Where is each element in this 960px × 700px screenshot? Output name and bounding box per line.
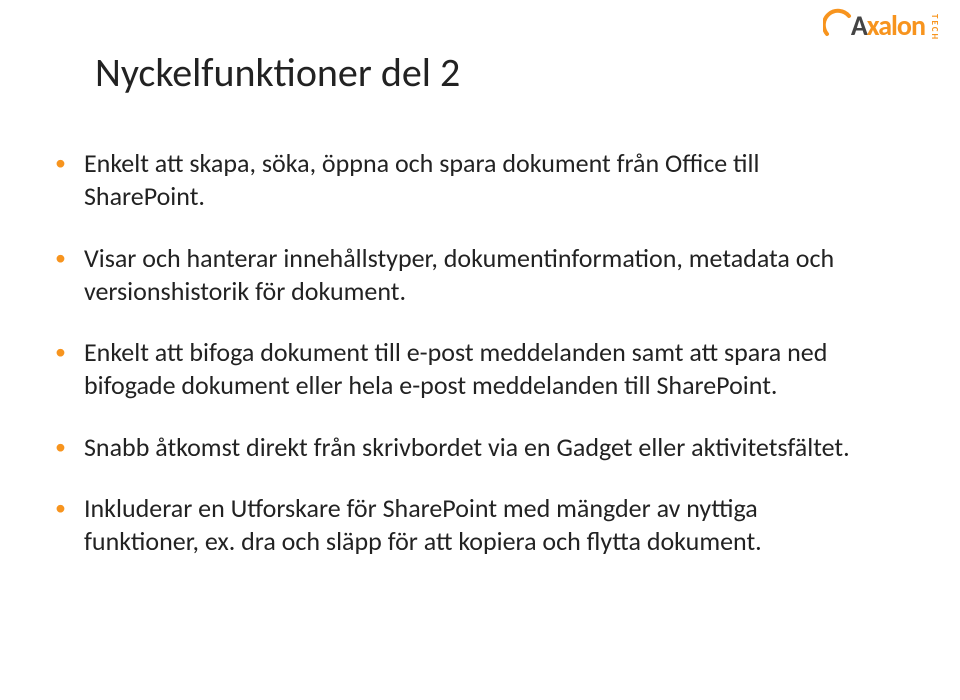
logo-tag: TECH — [929, 14, 940, 41]
bullet-text: Inkluderar en Utforskare för SharePoint … — [84, 492, 875, 559]
brand-logo: Axalon TECH — [823, 8, 940, 43]
list-item: • Visar och hanterar innehållstyper, dok… — [55, 242, 875, 309]
bullet-icon: • — [55, 433, 66, 462]
logo-arc-icon — [823, 8, 853, 43]
bullet-list: • Enkelt att skapa, söka, öppna och spar… — [55, 147, 875, 558]
bullet-icon: • — [55, 149, 66, 178]
bullet-text: Visar och hanterar innehållstyper, dokum… — [84, 242, 875, 309]
bullet-text: Enkelt att bifoga dokument till e-post m… — [84, 336, 875, 403]
list-item: • Enkelt att bifoga dokument till e-post… — [55, 336, 875, 403]
bullet-icon: • — [55, 494, 66, 523]
list-item: • Enkelt att skapa, söka, öppna och spar… — [55, 147, 875, 214]
slide-title: Nyckelfunktioner del 2 — [95, 48, 905, 97]
bullet-icon: • — [55, 338, 66, 367]
list-item: • Snabb åtkomst direkt från skrivbordet … — [55, 431, 875, 464]
list-item: • Inkluderar en Utforskare för SharePoin… — [55, 492, 875, 559]
logo-text-part2: xalon — [867, 8, 925, 43]
logo-text: Axalon — [851, 8, 925, 43]
bullet-text: Enkelt att skapa, söka, öppna och spara … — [84, 147, 875, 214]
bullet-text: Snabb åtkomst direkt från skrivbordet vi… — [84, 431, 850, 464]
slide-container: Axalon TECH Nyckelfunktioner del 2 • Enk… — [0, 0, 960, 700]
bullet-icon: • — [55, 244, 66, 273]
logo-text-part1: A — [851, 8, 867, 43]
